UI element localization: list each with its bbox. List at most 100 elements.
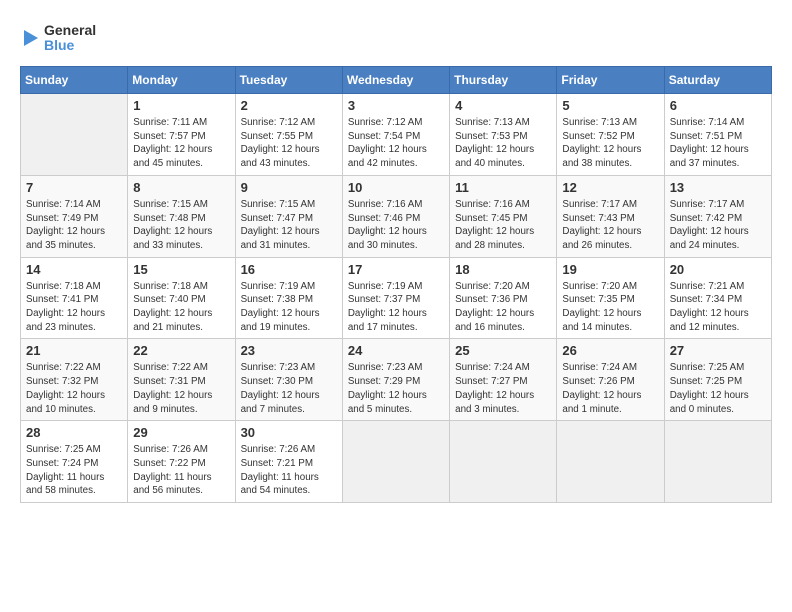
day-info: Sunrise: 7:23 AMSunset: 7:29 PMDaylight:… <box>348 361 444 416</box>
day-number: 30 <box>241 425 337 440</box>
day-info: Sunrise: 7:25 AMSunset: 7:24 PMDaylight:… <box>26 443 122 498</box>
header-tuesday: Tuesday <box>235 67 342 94</box>
day-number: 15 <box>133 262 229 277</box>
calendar-cell: 3 Sunrise: 7:12 AMSunset: 7:54 PMDaylight… <box>342 94 449 176</box>
day-info: Sunrise: 7:22 AMSunset: 7:31 PMDaylight:… <box>133 361 229 416</box>
calendar-cell: 30 Sunrise: 7:26 AMSunset: 7:21 PMDayligh… <box>235 421 342 503</box>
calendar-week-5: 28 Sunrise: 7:25 AMSunset: 7:24 PMDayligh… <box>21 421 772 503</box>
calendar-cell <box>21 94 128 176</box>
day-info: Sunrise: 7:12 AMSunset: 7:55 PMDaylight:… <box>241 116 337 171</box>
day-number: 14 <box>26 262 122 277</box>
day-number: 5 <box>562 98 658 113</box>
day-info: Sunrise: 7:24 AMSunset: 7:27 PMDaylight:… <box>455 361 551 416</box>
day-number: 27 <box>670 343 766 358</box>
calendar-cell: 24 Sunrise: 7:23 AMSunset: 7:29 PMDayligh… <box>342 339 449 421</box>
calendar-cell: 16 Sunrise: 7:19 AMSunset: 7:38 PMDayligh… <box>235 257 342 339</box>
calendar-cell: 13 Sunrise: 7:17 AMSunset: 7:42 PMDayligh… <box>664 175 771 257</box>
day-number: 9 <box>241 180 337 195</box>
calendar-cell: 1 Sunrise: 7:11 AMSunset: 7:57 PMDaylight… <box>128 94 235 176</box>
calendar-week-3: 14Sunrise: 7:18 AMSunset: 7:41 PMDayligh… <box>21 257 772 339</box>
day-number: 29 <box>133 425 229 440</box>
header-saturday: Saturday <box>664 67 771 94</box>
header-sunday: Sunday <box>21 67 128 94</box>
calendar-cell: 26Sunrise: 7:24 AMSunset: 7:26 PMDayligh… <box>557 339 664 421</box>
calendar-cell: 7 Sunrise: 7:14 AMSunset: 7:49 PMDaylight… <box>21 175 128 257</box>
day-number: 11 <box>455 180 551 195</box>
day-number: 12 <box>562 180 658 195</box>
calendar-table: SundayMondayTuesdayWednesdayThursdayFrid… <box>20 66 772 503</box>
calendar-cell: 20Sunrise: 7:21 AMSunset: 7:34 PMDayligh… <box>664 257 771 339</box>
calendar-cell <box>450 421 557 503</box>
day-info: Sunrise: 7:20 AMSunset: 7:36 PMDaylight:… <box>455 280 551 335</box>
day-info: Sunrise: 7:25 AMSunset: 7:25 PMDaylight:… <box>670 361 766 416</box>
day-number: 19 <box>562 262 658 277</box>
day-number: 1 <box>133 98 229 113</box>
day-info: Sunrise: 7:17 AMSunset: 7:43 PMDaylight:… <box>562 198 658 253</box>
calendar-cell: 6 Sunrise: 7:14 AMSunset: 7:51 PMDaylight… <box>664 94 771 176</box>
day-info: Sunrise: 7:17 AMSunset: 7:42 PMDaylight:… <box>670 198 766 253</box>
logo-line1: General <box>44 23 96 38</box>
day-number: 24 <box>348 343 444 358</box>
day-number: 28 <box>26 425 122 440</box>
calendar-week-4: 21 Sunrise: 7:22 AMSunset: 7:32 PMDayligh… <box>21 339 772 421</box>
header-monday: Monday <box>128 67 235 94</box>
day-number: 20 <box>670 262 766 277</box>
day-info: Sunrise: 7:15 AMSunset: 7:47 PMDaylight:… <box>241 198 337 253</box>
calendar-cell: 19 Sunrise: 7:20 AMSunset: 7:35 PMDayligh… <box>557 257 664 339</box>
day-number: 7 <box>26 180 122 195</box>
day-info: Sunrise: 7:13 AMSunset: 7:53 PMDaylight:… <box>455 116 551 171</box>
calendar-cell: 29 Sunrise: 7:26 AMSunset: 7:22 PMDayligh… <box>128 421 235 503</box>
day-info: Sunrise: 7:23 AMSunset: 7:30 PMDaylight:… <box>241 361 337 416</box>
calendar-cell: 4Sunrise: 7:13 AMSunset: 7:53 PMDaylight… <box>450 94 557 176</box>
calendar-cell: 25 Sunrise: 7:24 AMSunset: 7:27 PMDayligh… <box>450 339 557 421</box>
calendar-cell: 9 Sunrise: 7:15 AMSunset: 7:47 PMDaylight… <box>235 175 342 257</box>
calendar-week-2: 7 Sunrise: 7:14 AMSunset: 7:49 PMDaylight… <box>21 175 772 257</box>
day-info: Sunrise: 7:12 AMSunset: 7:54 PMDaylight:… <box>348 116 444 171</box>
day-info: Sunrise: 7:14 AMSunset: 7:51 PMDaylight:… <box>670 116 766 171</box>
day-number: 10 <box>348 180 444 195</box>
calendar-cell: 10Sunrise: 7:16 AMSunset: 7:46 PMDayligh… <box>342 175 449 257</box>
calendar-cell: 11 Sunrise: 7:16 AMSunset: 7:45 PMDayligh… <box>450 175 557 257</box>
day-number: 25 <box>455 343 551 358</box>
day-info: Sunrise: 7:16 AMSunset: 7:45 PMDaylight:… <box>455 198 551 253</box>
calendar-cell: 23 Sunrise: 7:23 AMSunset: 7:30 PMDayligh… <box>235 339 342 421</box>
page-header: General Blue <box>20 20 772 56</box>
logo-svg <box>20 20 40 56</box>
calendar-cell <box>557 421 664 503</box>
calendar-cell: 14Sunrise: 7:18 AMSunset: 7:41 PMDayligh… <box>21 257 128 339</box>
logo-text: General Blue <box>44 23 96 54</box>
calendar-cell: 12 Sunrise: 7:17 AMSunset: 7:43 PMDayligh… <box>557 175 664 257</box>
day-info: Sunrise: 7:26 AMSunset: 7:21 PMDaylight:… <box>241 443 337 498</box>
day-number: 6 <box>670 98 766 113</box>
day-info: Sunrise: 7:19 AMSunset: 7:38 PMDaylight:… <box>241 280 337 335</box>
day-info: Sunrise: 7:26 AMSunset: 7:22 PMDaylight:… <box>133 443 229 498</box>
day-number: 16 <box>241 262 337 277</box>
calendar-cell: 2Sunrise: 7:12 AMSunset: 7:55 PMDaylight… <box>235 94 342 176</box>
day-info: Sunrise: 7:11 AMSunset: 7:57 PMDaylight:… <box>133 116 229 171</box>
day-number: 21 <box>26 343 122 358</box>
header-thursday: Thursday <box>450 67 557 94</box>
day-number: 3 <box>348 98 444 113</box>
calendar-cell: 21 Sunrise: 7:22 AMSunset: 7:32 PMDayligh… <box>21 339 128 421</box>
day-info: Sunrise: 7:13 AMSunset: 7:52 PMDaylight:… <box>562 116 658 171</box>
calendar-cell <box>342 421 449 503</box>
day-info: Sunrise: 7:20 AMSunset: 7:35 PMDaylight:… <box>562 280 658 335</box>
calendar-cell: 22 Sunrise: 7:22 AMSunset: 7:31 PMDayligh… <box>128 339 235 421</box>
calendar-cell: 18 Sunrise: 7:20 AMSunset: 7:36 PMDayligh… <box>450 257 557 339</box>
day-number: 23 <box>241 343 337 358</box>
calendar-cell: 27 Sunrise: 7:25 AMSunset: 7:25 PMDayligh… <box>664 339 771 421</box>
day-number: 18 <box>455 262 551 277</box>
day-info: Sunrise: 7:22 AMSunset: 7:32 PMDaylight:… <box>26 361 122 416</box>
calendar-cell <box>664 421 771 503</box>
day-number: 22 <box>133 343 229 358</box>
calendar-body: 1 Sunrise: 7:11 AMSunset: 7:57 PMDaylight… <box>21 94 772 503</box>
calendar-week-1: 1 Sunrise: 7:11 AMSunset: 7:57 PMDaylight… <box>21 94 772 176</box>
day-number: 13 <box>670 180 766 195</box>
logo: General Blue <box>20 20 96 56</box>
logo-line2: Blue <box>44 38 96 53</box>
header-friday: Friday <box>557 67 664 94</box>
header-wednesday: Wednesday <box>342 67 449 94</box>
calendar-cell: 8Sunrise: 7:15 AMSunset: 7:48 PMDaylight… <box>128 175 235 257</box>
day-number: 26 <box>562 343 658 358</box>
day-info: Sunrise: 7:14 AMSunset: 7:49 PMDaylight:… <box>26 198 122 253</box>
